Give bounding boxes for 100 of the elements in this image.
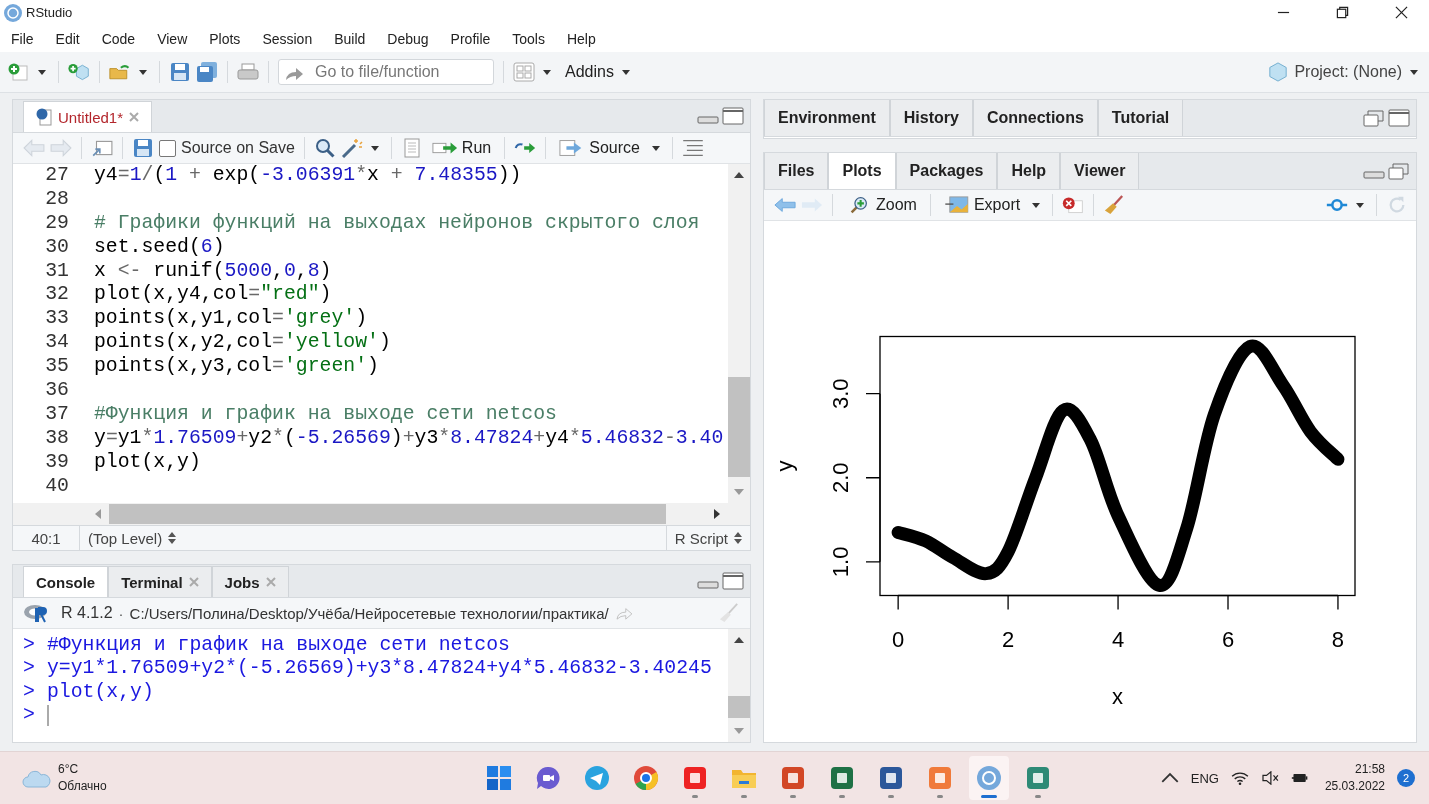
menu-item[interactable]: Debug bbox=[387, 30, 429, 47]
menu-item[interactable]: View bbox=[157, 30, 188, 47]
maximize-pane-icon[interactable] bbox=[722, 107, 744, 125]
updown-icon bbox=[168, 532, 177, 544]
scroll-down-icon[interactable] bbox=[734, 489, 744, 495]
checkbox[interactable] bbox=[159, 139, 176, 157]
outline-icon[interactable] bbox=[681, 138, 704, 158]
clock-date[interactable]: 25.03.2022 bbox=[1324, 778, 1385, 795]
pane-tab[interactable]: Jobs bbox=[211, 566, 289, 597]
code-line: points(x,y3,col='green') bbox=[94, 355, 379, 379]
restore-pane-icon[interactable] bbox=[1388, 162, 1410, 180]
taskbar-app[interactable] bbox=[969, 756, 1009, 800]
go-to-file-field[interactable]: Go to file/function bbox=[278, 59, 494, 85]
caret-icon[interactable] bbox=[1410, 69, 1418, 75]
console-prompt: > bbox=[23, 634, 36, 658]
window-title: RStudio bbox=[26, 5, 73, 20]
line-number: 39 bbox=[44, 450, 70, 475]
caret-icon[interactable] bbox=[38, 69, 46, 75]
search-icon[interactable] bbox=[313, 138, 336, 158]
menu-item[interactable]: Profile bbox=[450, 30, 491, 47]
notification-badge[interactable]: 2 bbox=[1397, 769, 1415, 787]
scroll-right-icon[interactable] bbox=[714, 509, 720, 519]
magic-wand-icon[interactable] bbox=[340, 138, 363, 158]
menu-item[interactable]: Build bbox=[334, 30, 366, 47]
menu-item[interactable]: Session bbox=[262, 30, 313, 47]
menu-item[interactable]: Edit bbox=[55, 30, 80, 47]
open-folder-icon[interactable] bbox=[109, 62, 131, 82]
scope-selector[interactable]: (Top Level) bbox=[80, 526, 185, 550]
export-button[interactable]: Export bbox=[939, 196, 1025, 214]
save-icon[interactable] bbox=[132, 138, 154, 158]
file-tab[interactable]: Untitled1* bbox=[23, 101, 153, 132]
app-icon bbox=[829, 765, 855, 791]
save-icon[interactable] bbox=[169, 62, 191, 82]
scrollbar-thumb[interactable] bbox=[728, 696, 750, 718]
line-number: 28 bbox=[44, 187, 70, 212]
show-in-window-icon[interactable] bbox=[91, 138, 113, 158]
caret-icon[interactable] bbox=[1356, 202, 1364, 208]
pane-tab[interactable]: Tutorial bbox=[1097, 100, 1184, 136]
caret-icon[interactable] bbox=[1032, 202, 1041, 208]
source-on-save-checkbox[interactable]: Source on Save bbox=[159, 139, 295, 157]
scroll-down-icon[interactable] bbox=[734, 728, 744, 734]
menu-item[interactable]: Code bbox=[101, 30, 136, 47]
save-all-icon[interactable] bbox=[196, 62, 218, 82]
pane-tab[interactable]: Help bbox=[997, 153, 1061, 189]
image-export-icon bbox=[943, 196, 970, 214]
caret-icon[interactable] bbox=[139, 69, 147, 75]
source-button[interactable]: Source bbox=[555, 139, 644, 157]
restore-icon[interactable] bbox=[1336, 6, 1349, 19]
pane-tab[interactable]: History bbox=[889, 100, 973, 136]
pane-tab[interactable]: Viewer bbox=[1060, 153, 1140, 189]
x-axis-title: x bbox=[1112, 683, 1123, 709]
working-directory[interactable]: C:/Users/Полина/Desktop/Учёба/Нейросетевые технологии/практика/ bbox=[129, 604, 609, 622]
restore-pane-icon[interactable] bbox=[1363, 109, 1385, 127]
remove-plot-icon[interactable] bbox=[1062, 195, 1085, 215]
pane-tab[interactable]: Environment bbox=[764, 100, 890, 136]
new-project-icon[interactable] bbox=[68, 62, 90, 82]
scrollbar-thumb[interactable] bbox=[728, 377, 750, 477]
scroll-up-icon[interactable] bbox=[734, 637, 744, 643]
file-type-selector[interactable]: R Script bbox=[665, 526, 750, 550]
pane-tab[interactable]: Console bbox=[23, 566, 109, 597]
clock-time[interactable]: 21:58 bbox=[1354, 761, 1385, 778]
caret-icon[interactable] bbox=[621, 69, 630, 75]
pane-tab[interactable]: Files bbox=[764, 153, 829, 189]
broom-icon[interactable] bbox=[1103, 195, 1126, 215]
battery-icon[interactable] bbox=[1290, 771, 1309, 785]
scroll-up-icon[interactable] bbox=[734, 172, 744, 178]
back-arrow-icon[interactable] bbox=[774, 195, 796, 215]
project-menu[interactable]: Project: (None) bbox=[1294, 63, 1402, 81]
addins-menu[interactable]: Addins bbox=[565, 63, 614, 81]
code-line: plot(x,y) bbox=[94, 450, 201, 475]
maximize-pane-icon[interactable] bbox=[1388, 109, 1410, 127]
console-prompt: > bbox=[23, 680, 36, 705]
language-indicator[interactable]: ENG bbox=[1190, 770, 1219, 786]
chevron-up-icon[interactable] bbox=[1160, 771, 1179, 785]
pane-tab[interactable]: Connections bbox=[972, 100, 1098, 136]
pane-tab[interactable]: Terminal bbox=[108, 566, 212, 597]
speaker-muted-icon[interactable] bbox=[1260, 771, 1279, 785]
maximize-pane-icon[interactable] bbox=[722, 572, 744, 590]
menu-item[interactable]: Help bbox=[566, 30, 596, 47]
scroll-left-icon[interactable] bbox=[95, 509, 101, 519]
wifi-icon[interactable] bbox=[1230, 771, 1249, 785]
pane-tab[interactable]: Packages bbox=[895, 153, 998, 189]
line-number: 30 bbox=[44, 235, 70, 260]
app-icon bbox=[878, 765, 904, 791]
caret-icon[interactable] bbox=[543, 69, 551, 75]
caret-icon[interactable] bbox=[651, 145, 660, 151]
print-icon[interactable] bbox=[237, 62, 259, 82]
menu-item[interactable]: File bbox=[11, 30, 34, 47]
menu-item[interactable]: Tools bbox=[512, 30, 545, 47]
zoom-button[interactable]: Zoom bbox=[842, 196, 921, 214]
tab-label: Terminal bbox=[121, 573, 183, 591]
caret-icon[interactable] bbox=[370, 145, 379, 151]
close-icon[interactable] bbox=[1395, 6, 1408, 19]
run-button[interactable]: Run bbox=[427, 139, 496, 157]
running-indicator bbox=[839, 795, 845, 798]
scrollbar-thumb[interactable] bbox=[109, 504, 666, 524]
x-tick-label: 8 bbox=[1331, 626, 1345, 652]
menu-item[interactable]: Plots bbox=[209, 30, 241, 47]
pane-tab[interactable]: Plots bbox=[828, 153, 896, 189]
new-file-icon[interactable] bbox=[8, 62, 30, 82]
